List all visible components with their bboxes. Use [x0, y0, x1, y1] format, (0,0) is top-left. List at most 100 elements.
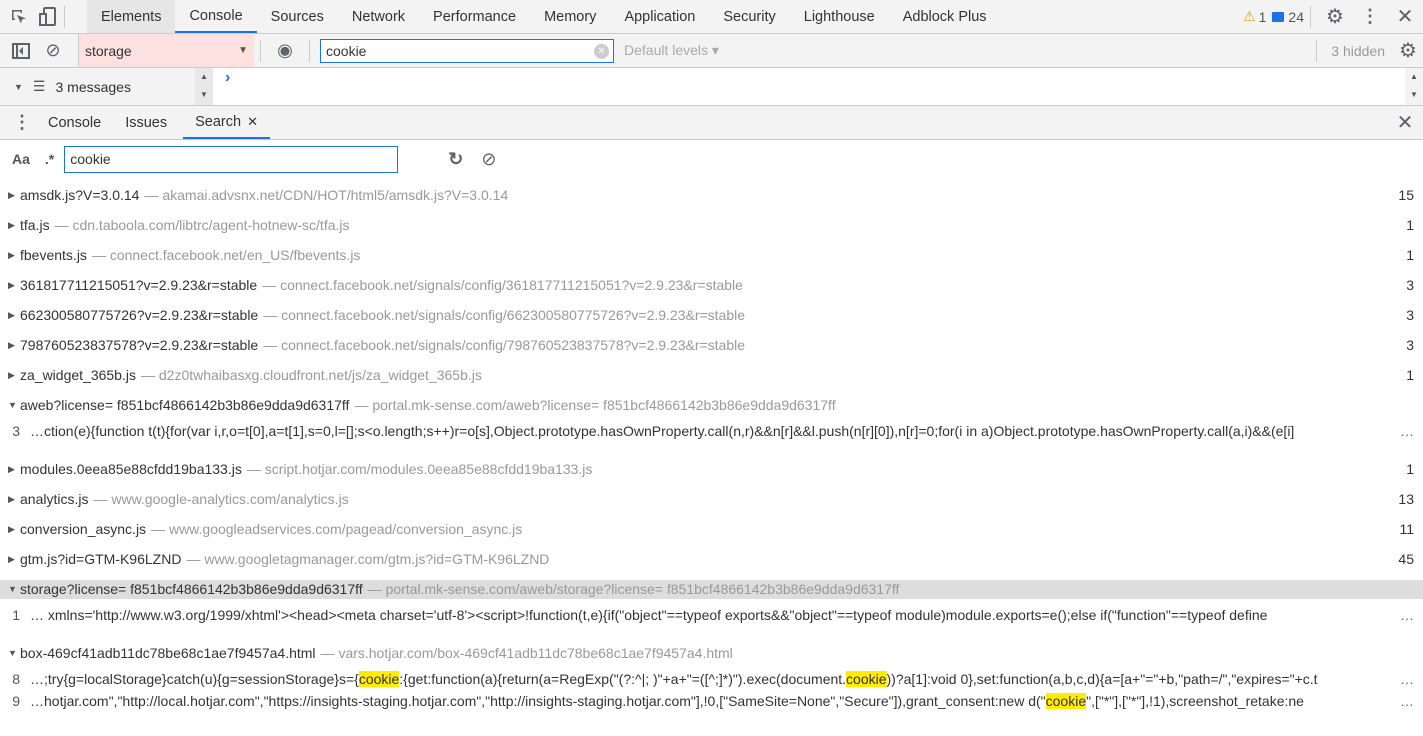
match-line[interactable]: 9 …hotjar.com","http://local.hotjar.com",…: [0, 690, 1423, 712]
file-url: — akamai.advsnx.net/CDN/HOT/html5/amsdk.…: [144, 187, 508, 203]
expand-ellipsis[interactable]: …: [1400, 671, 1414, 687]
result-group: ▶ 361817711215051?v=2.9.23&r=stable — conn…: [0, 270, 1423, 300]
file-url: — www.google-analytics.com/analytics.js: [93, 491, 348, 507]
result-file-row[interactable]: ▼ storage?license= f851bcf4866142b3b86e9d…: [0, 574, 1423, 604]
file-name: conversion_async.js: [20, 521, 147, 537]
match-count: 1: [1406, 461, 1414, 477]
match-count: 45: [1398, 551, 1414, 567]
result-file-row[interactable]: ▶ amsdk.js?V=3.0.14— akamai.advsnx.net/CD…: [0, 180, 1423, 210]
url-text: d2z0twhaibasxg.cloudfront.net/js/za_widg…: [158, 367, 482, 383]
file-url: — script.hotjar.com/modules.0eea85e88cfd…: [247, 461, 593, 477]
collapsed-triangle-icon[interactable]: ▶: [8, 524, 20, 535]
file-name: storage?license= f851bcf4866142b3b86e9dd…: [20, 581, 363, 597]
code-text: … xmlns='http://www.w3.org/1999/xhtml'><…: [30, 607, 1268, 623]
separator-dash: —: [263, 337, 282, 353]
match-line[interactable]: 1 … xmlns='http://www.w3.org/1999/xhtml'>…: [0, 604, 1423, 626]
match-count: 3: [1406, 277, 1414, 293]
result-group: ▼ storage?license= f851bcf4866142b3b86e9d…: [0, 574, 1423, 626]
result-file-row[interactable]: ▶ tfa.js — cdn.taboola.com/libtrc/agent-ho…: [0, 210, 1423, 240]
code-snippet: … xmlns='http://www.w3.org/1999/xhtml'><…: [30, 607, 1400, 623]
collapsed-triangle-icon[interactable]: ▶: [8, 190, 20, 201]
code-snippet: …hotjar.com","http://local.hotjar.com","…: [30, 693, 1400, 709]
result-file-row[interactable]: ▶ 798760523837578?v=2.9.23&r=stable — conn…: [0, 330, 1423, 360]
result-file-row[interactable]: ▼ box-469cf41adb11dc78be68c1ae7f9457a4.ht…: [0, 638, 1423, 668]
expand-ellipsis[interactable]: …: [1400, 607, 1414, 623]
result-group: ▶ modules.0eea85e88cfdd19ba133.js — script…: [0, 454, 1423, 484]
file-url: — www.googleadservices.com/pagead/conver…: [151, 521, 522, 537]
file-url: — vars.hotjar.com/box-469cf41adb11dc78be…: [321, 645, 733, 661]
line-number: 3: [12, 423, 20, 439]
separator-dash: —: [186, 551, 205, 567]
highlighted-match: cookie: [846, 671, 887, 687]
file-name: 662300580775726?v=2.9.23&r=stable: [20, 307, 259, 323]
line-number: 8: [12, 671, 20, 687]
separator-dash: —: [144, 187, 163, 203]
separator-dash: —: [246, 461, 265, 477]
match-count: 3: [1406, 337, 1414, 353]
match-count: 1: [1406, 217, 1414, 233]
file-url: — portal.mk-sense.com/aweb/storage?licen…: [368, 581, 900, 597]
code-text: :{get:function(a){return(a=RegExp("(?:^|…: [399, 671, 847, 687]
result-file-row[interactable]: ▶ za_widget_365b.js — d2z0twhaibasxg.cloud…: [0, 360, 1423, 390]
result-file-row[interactable]: ▶ fbevents.js — connect.facebook.net/en_US…: [0, 240, 1423, 270]
url-text: akamai.advsnx.net/CDN/HOT/html5/amsdk.js…: [162, 187, 509, 203]
line-number: 9: [12, 693, 20, 709]
file-url: — portal.mk-sense.com/aweb?license= f851…: [354, 397, 835, 413]
expand-ellipsis[interactable]: …: [1400, 423, 1414, 439]
result-group: ▶ amsdk.js?V=3.0.14— akamai.advsnx.net/CD…: [0, 180, 1423, 210]
file-name: analytics.js: [20, 491, 89, 507]
collapsed-triangle-icon[interactable]: ▶: [8, 370, 20, 381]
url-text: vars.hotjar.com/box-469cf41adb11dc78be68…: [338, 645, 733, 661]
expanded-triangle-icon[interactable]: ▼: [8, 584, 20, 594]
highlighted-match: cookie: [358, 671, 400, 687]
result-file-row[interactable]: ▶ conversion_async.js — www.googleadservic…: [0, 514, 1423, 544]
url-text: portal.mk-sense.com/aweb?license= f851bc…: [372, 397, 836, 413]
collapsed-triangle-icon[interactable]: ▶: [8, 340, 20, 351]
collapsed-triangle-icon[interactable]: ▶: [8, 494, 20, 505]
url-text: connect.facebook.net/signals/config/7987…: [281, 337, 746, 353]
expanded-triangle-icon[interactable]: ▼: [8, 400, 20, 410]
url-text: portal.mk-sense.com/aweb/storage?license…: [385, 581, 900, 597]
file-name: 798760523837578?v=2.9.23&r=stable: [20, 337, 259, 353]
result-file-row[interactable]: ▶ modules.0eea85e88cfdd19ba133.js — script…: [0, 454, 1423, 484]
collapsed-triangle-icon[interactable]: ▶: [8, 310, 20, 321]
file-name: fbevents.js: [20, 247, 87, 263]
collapsed-triangle-icon[interactable]: ▶: [8, 554, 20, 565]
match-count: 3: [1406, 307, 1414, 323]
url-text: cdn.taboola.com/libtrc/agent-hotnew-sc/t…: [72, 217, 350, 233]
match-count: 15: [1398, 187, 1414, 203]
result-group: ▶ za_widget_365b.js — d2z0twhaibasxg.cloud…: [0, 360, 1423, 390]
file-url: — connect.facebook.net/signals/config/66…: [263, 307, 745, 323]
result-file-row[interactable]: ▶ 662300580775726?v=2.9.23&r=stable — conn…: [0, 300, 1423, 330]
file-url: — connect.facebook.net/signals/config/36…: [262, 277, 743, 293]
line-number: 1: [12, 607, 20, 623]
match-count: 1: [1406, 367, 1414, 383]
result-file-row[interactable]: ▶ analytics.js — www.google-analytics.com/…: [0, 484, 1423, 514]
code-text: …ction(e){function t(t){for(var i,r,o=t[…: [30, 423, 1295, 439]
url-text: connect.facebook.net/signals/config/3618…: [280, 277, 743, 293]
file-name: za_widget_365b.js: [20, 367, 136, 383]
code-text: …;try{g=localStorage}catch(u){g=sessionS…: [30, 671, 359, 687]
collapsed-triangle-icon[interactable]: ▶: [8, 280, 20, 291]
code-snippet: …;try{g=localStorage}catch(u){g=sessionS…: [30, 671, 1400, 687]
code-text: ))?a[1]:void 0},set:function(a,b,c,d){a=…: [886, 671, 1318, 687]
collapsed-triangle-icon[interactable]: ▶: [8, 464, 20, 475]
file-name: box-469cf41adb11dc78be68c1ae7f9457a4.htm…: [20, 645, 316, 661]
collapsed-triangle-icon[interactable]: ▶: [8, 250, 20, 261]
file-name: tfa.js: [20, 217, 50, 233]
code-snippet: …ction(e){function t(t){for(var i,r,o=t[…: [30, 423, 1400, 439]
result-group: ▼ box-469cf41adb11dc78be68c1ae7f9457a4.ht…: [0, 638, 1423, 712]
separator-dash: —: [262, 277, 281, 293]
result-file-row[interactable]: ▶ gtm.js?id=GTM-K96LZND — www.googletagman…: [0, 544, 1423, 574]
collapsed-triangle-icon[interactable]: ▶: [8, 220, 20, 231]
url-text: connect.facebook.net/en_US/fbevents.js: [109, 247, 361, 263]
expand-ellipsis[interactable]: …: [1400, 693, 1414, 709]
expanded-triangle-icon[interactable]: ▼: [8, 648, 20, 658]
match-line[interactable]: 3 …ction(e){function t(t){for(var i,r,o=t…: [0, 420, 1423, 442]
match-line[interactable]: 8 …;try{g=localStorage}catch(u){g=session…: [0, 668, 1423, 690]
result-group: ▶ 798760523837578?v=2.9.23&r=stable — conn…: [0, 330, 1423, 360]
result-file-row[interactable]: ▼ aweb?license= f851bcf4866142b3b86e9dda9…: [0, 390, 1423, 420]
result-file-row[interactable]: ▶ 361817711215051?v=2.9.23&r=stable — conn…: [0, 270, 1423, 300]
file-name: amsdk.js?V=3.0.14: [20, 187, 140, 203]
separator-dash: —: [320, 645, 339, 661]
